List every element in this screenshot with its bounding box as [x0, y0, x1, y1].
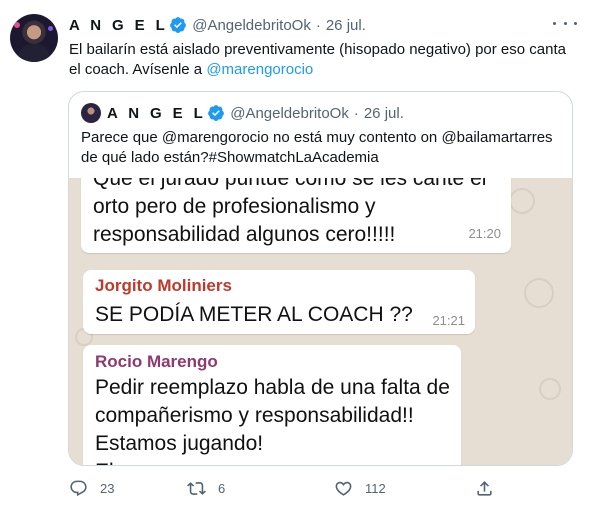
tweet-actions: 23 6 112 — [69, 476, 499, 500]
verified-badge-icon — [208, 105, 225, 121]
quoted-author-handle: @AngeldebritoOk — [230, 104, 349, 122]
tweet-text-fragment: el coach. Avísenle a — [69, 61, 207, 78]
chat-message-line: Pedir reemplazo habla de una falta de — [95, 376, 450, 399]
reply-button[interactable]: 23 — [69, 476, 114, 500]
tweet-text: El bailarín está aislado preventivamente… — [69, 40, 579, 80]
chat-message-line: SE PODÍA METER AL COACH ?? — [95, 303, 413, 326]
avatar-figure — [18, 44, 50, 62]
retweet-button[interactable]: 6 — [187, 476, 225, 500]
chat-bubble: Jorgito Moliniers SE PODÍA METER AL COAC… — [83, 270, 475, 334]
quoted-author-avatar — [81, 103, 101, 123]
chat-message-line: El ... ... ... ... ... — [95, 457, 230, 465]
heart-icon — [335, 481, 352, 496]
chat-bubble: Rocio Marengo Pedir reemplazo habla de u… — [83, 345, 461, 465]
chat-sender-name: Rocio Marengo — [95, 352, 218, 371]
whatsapp-chat-screenshot[interactable]: Que el jurado puntúe como se les cante e… — [69, 178, 572, 465]
share-icon — [477, 480, 492, 496]
chat-wallpaper-doodle — [524, 278, 554, 308]
separator-dot: · — [315, 16, 321, 34]
author-name[interactable]: A N G E L — [69, 17, 168, 34]
quoted-tweet-header: A N G E L @AngeldebritoOk · 26 jul. — [107, 103, 404, 123]
chat-wallpaper-doodle — [509, 188, 535, 214]
chat-message-time: 21:21 — [432, 313, 465, 328]
reply-count: 23 — [100, 480, 115, 496]
tweet-text-line: El bailarín está aislado preventivamente… — [69, 41, 566, 58]
chat-message-line: Estamos jugando! — [95, 432, 264, 455]
quoted-tweet-text: Parece que @marengorocio no está muy con… — [81, 128, 561, 168]
chat-message-line: responsabilidad algunos cero!!!!! — [93, 223, 396, 246]
retweet-count: 6 — [218, 480, 226, 496]
chat-bubble: Que el jurado puntúe como se les cante e… — [81, 178, 511, 253]
like-button[interactable]: 112 — [334, 476, 386, 500]
mention-link[interactable]: @marengorocio — [206, 61, 313, 78]
quoted-tweet-date: 26 jul. — [363, 104, 404, 122]
more-options-icon[interactable] — [553, 14, 577, 32]
author-avatar[interactable] — [10, 14, 58, 62]
avatar-light-decoration — [14, 22, 20, 28]
avatar-light-decoration — [48, 26, 53, 31]
share-button[interactable] — [475, 476, 494, 500]
reply-icon — [70, 480, 87, 496]
tweet-header: A N G E L @AngeldebritoOk · 26 jul. — [69, 15, 366, 35]
retweet-icon — [187, 481, 206, 495]
verified-badge-icon — [170, 17, 187, 33]
chat-message-time: 21:20 — [468, 226, 501, 241]
quoted-author-name: A N G E L — [107, 104, 207, 122]
tweet-text-line: el coach. Avísenle a @marengorocio — [69, 60, 579, 80]
chat-wallpaper-doodle — [539, 378, 561, 400]
quoted-tweet[interactable]: A N G E L @AngeldebritoOk · 26 jul. Pare… — [68, 91, 573, 466]
separator-dot: · — [353, 104, 359, 122]
quoted-text-line: de qué lado están?#ShowmatchLaAcademia — [81, 149, 379, 166]
quoted-text-line: Parece que @marengorocio no está muy con… — [81, 129, 553, 146]
chat-sender-name: Jorgito Moliniers — [95, 276, 232, 295]
tweet[interactable]: A N G E L @AngeldebritoOk · 26 jul. El b… — [0, 0, 593, 510]
author-handle[interactable]: @AngeldebritoOk — [192, 17, 311, 34]
chat-message-line: compañerismo y responsabilidad!! — [95, 404, 414, 427]
chat-message-line: orto pero de profesionalismo y — [93, 195, 376, 218]
tweet-date[interactable]: 26 jul. — [326, 17, 366, 34]
like-count: 112 — [365, 480, 386, 496]
